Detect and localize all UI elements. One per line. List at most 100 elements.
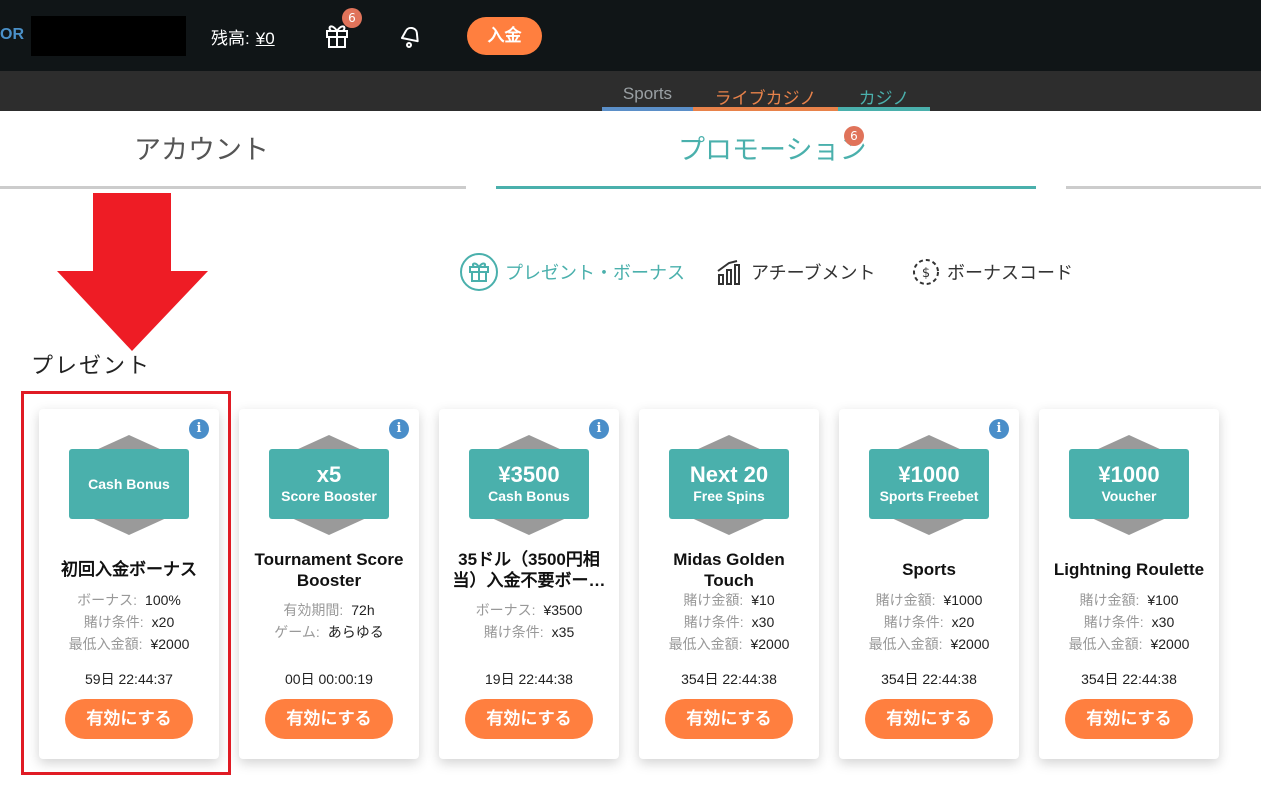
card-detail-row: 賭け条件: x35 [439, 621, 619, 643]
detail-value: ¥10 [751, 592, 775, 608]
activate-button[interactable]: 有効にする [1065, 699, 1193, 739]
detail-value: x35 [551, 624, 575, 640]
card-detail-row: 賭け金額: ¥10 [639, 589, 819, 611]
detail-key: 賭け条件: [483, 624, 544, 640]
countdown-timer: 354日 22:44:38 [881, 671, 977, 687]
detail-key: 賭け金額: [875, 592, 936, 608]
section-title: プレゼント [31, 354, 152, 379]
filter-bonus-code[interactable]: $ ボーナスコード [911, 252, 1073, 292]
bonus-badge: Next 20 Free Spins [669, 449, 789, 519]
badge-sub-text: Sports Freebet [879, 488, 979, 504]
detail-value: ¥1000 [943, 592, 983, 608]
detail-key: 賭け条件: [883, 614, 944, 630]
bonus-card: i ¥1000 Sports Freebet Sports 賭け金額: ¥1000… [839, 409, 1019, 759]
badge-main-text: x5 [316, 462, 342, 487]
detail-key: 賭け金額: [1079, 592, 1140, 608]
card-detail-row: 賭け金額: ¥1000 [839, 589, 1019, 611]
gift-count-badge: 6 [342, 8, 362, 28]
detail-value: ¥3500 [543, 602, 583, 618]
detail-value: ¥2000 [1150, 636, 1190, 652]
card-detail-row: ゲーム: あらゆる [239, 621, 419, 643]
bell-icon[interactable] [395, 20, 425, 50]
bonus-badge: ¥1000 Sports Freebet [869, 449, 989, 519]
card-title: Tournament Score Booster [254, 550, 404, 590]
activate-button[interactable]: 有効にする [865, 699, 993, 739]
badge-main-text: ¥3500 [498, 462, 560, 487]
bonus-card: i x5 Score Booster Tournament Score Boos… [239, 409, 419, 759]
coin-code-icon: $ [913, 259, 939, 285]
bonus-card: ¥1000 Voucher Lightning Roulette 賭け金額: ¥1… [1039, 409, 1219, 759]
bar-chart-icon [717, 260, 740, 285]
nav-tab-label: ライブカジノ [714, 89, 817, 108]
balance-label: 残高: [211, 29, 250, 48]
red-arrow-annotation [57, 193, 208, 351]
nav-tab-underline [838, 107, 930, 111]
info-icon[interactable]: i [389, 419, 409, 439]
filter-label: アチーブメント [751, 263, 876, 283]
activate-button[interactable]: 有効にする [265, 699, 393, 739]
filter-present-bonus[interactable]: プレゼント・ボーナス [459, 252, 685, 292]
badge-sub-text: Cash Bonus [488, 488, 570, 504]
countdown-timer: 00日 00:00:19 [285, 671, 373, 687]
detail-key: 最低入金額: [668, 636, 743, 652]
bonus-card: i ¥3500 Cash Bonus 35ドル（3500円相当）入金不要ボー… … [439, 409, 619, 759]
badge-main-text: ¥1000 [898, 462, 960, 487]
product-nav: Sports ライブカジノ カジノ [0, 71, 1261, 111]
card-title: Midas Golden Touch [673, 550, 785, 590]
svg-text:$: $ [922, 266, 930, 281]
bonus-badge: x5 Score Booster [269, 449, 389, 519]
nav-tab-underline [602, 107, 693, 111]
countdown-timer: 354日 22:44:38 [1081, 671, 1177, 687]
card-title: 35ドル（3500円相当）入金不要ボー… [452, 550, 606, 590]
balance-value[interactable]: ¥0 [256, 29, 275, 48]
redacted-username [31, 16, 186, 56]
detail-value: ¥2000 [950, 636, 990, 652]
detail-value: x20 [951, 614, 975, 630]
badge-main-text: ¥1000 [1098, 462, 1160, 487]
badge-main-text: Next 20 [689, 462, 769, 487]
tab-promotion[interactable]: プロモーション [678, 128, 866, 167]
gift-circle-icon [460, 253, 498, 291]
nav-tab-live-casino[interactable]: ライブカジノ [693, 84, 838, 111]
bonus-badge: ¥3500 Cash Bonus [469, 449, 589, 519]
card-title: Sports [902, 560, 956, 579]
detail-value: あらゆる [327, 624, 384, 640]
card-detail-row: 最低入金額: ¥2000 [639, 633, 819, 655]
tab-promotion-underline [496, 186, 1036, 189]
detail-key: 最低入金額: [868, 636, 943, 652]
tab-account[interactable]: アカウント [134, 128, 269, 167]
bonus-badge: ¥1000 Voucher [1069, 449, 1189, 519]
filter-label: プレゼント・ボーナス [505, 263, 685, 283]
detail-value: 72h [351, 602, 375, 618]
filter-achievement[interactable]: アチーブメント [715, 252, 876, 292]
card-detail-row: 賭け条件: x30 [639, 611, 819, 633]
nav-tab-casino[interactable]: カジノ [838, 84, 930, 111]
detail-key: ボーナス: [475, 602, 536, 618]
badge-sub-text: Voucher [1101, 488, 1157, 504]
detail-key: 最低入金額: [1068, 636, 1143, 652]
card-detail-row: 賭け条件: x20 [839, 611, 1019, 633]
card-detail-row: 賭け条件: x30 [1039, 611, 1219, 633]
info-icon[interactable]: i [989, 419, 1009, 439]
detail-key: 賭け条件: [1083, 614, 1144, 630]
detail-key: 賭け金額: [683, 592, 744, 608]
nav-tab-underline [693, 107, 838, 111]
countdown-timer: 354日 22:44:38 [681, 671, 777, 687]
card-detail-row: 最低入金額: ¥2000 [839, 633, 1019, 655]
promotion-count-badge: 6 [844, 126, 864, 146]
info-icon[interactable]: i [589, 419, 609, 439]
deposit-button[interactable]: 入金 [467, 17, 542, 55]
top-bar: OR 残高: ¥0 6 入金 [0, 0, 1261, 71]
balance: 残高: ¥0 [211, 24, 275, 49]
card-detail-row: 賭け金額: ¥100 [1039, 589, 1219, 611]
highlight-box-annotation [21, 391, 231, 775]
activate-button[interactable]: 有効にする [465, 699, 593, 739]
detail-value: x30 [1151, 614, 1175, 630]
nav-tab-sports[interactable]: Sports [602, 84, 693, 111]
detail-value: ¥2000 [750, 636, 790, 652]
nav-tab-label: カジノ [858, 89, 910, 108]
card-title: Lightning Roulette [1053, 560, 1205, 579]
tab-divider-line [1066, 186, 1261, 189]
activate-button[interactable]: 有効にする [665, 699, 793, 739]
logo[interactable]: OR [0, 26, 24, 44]
